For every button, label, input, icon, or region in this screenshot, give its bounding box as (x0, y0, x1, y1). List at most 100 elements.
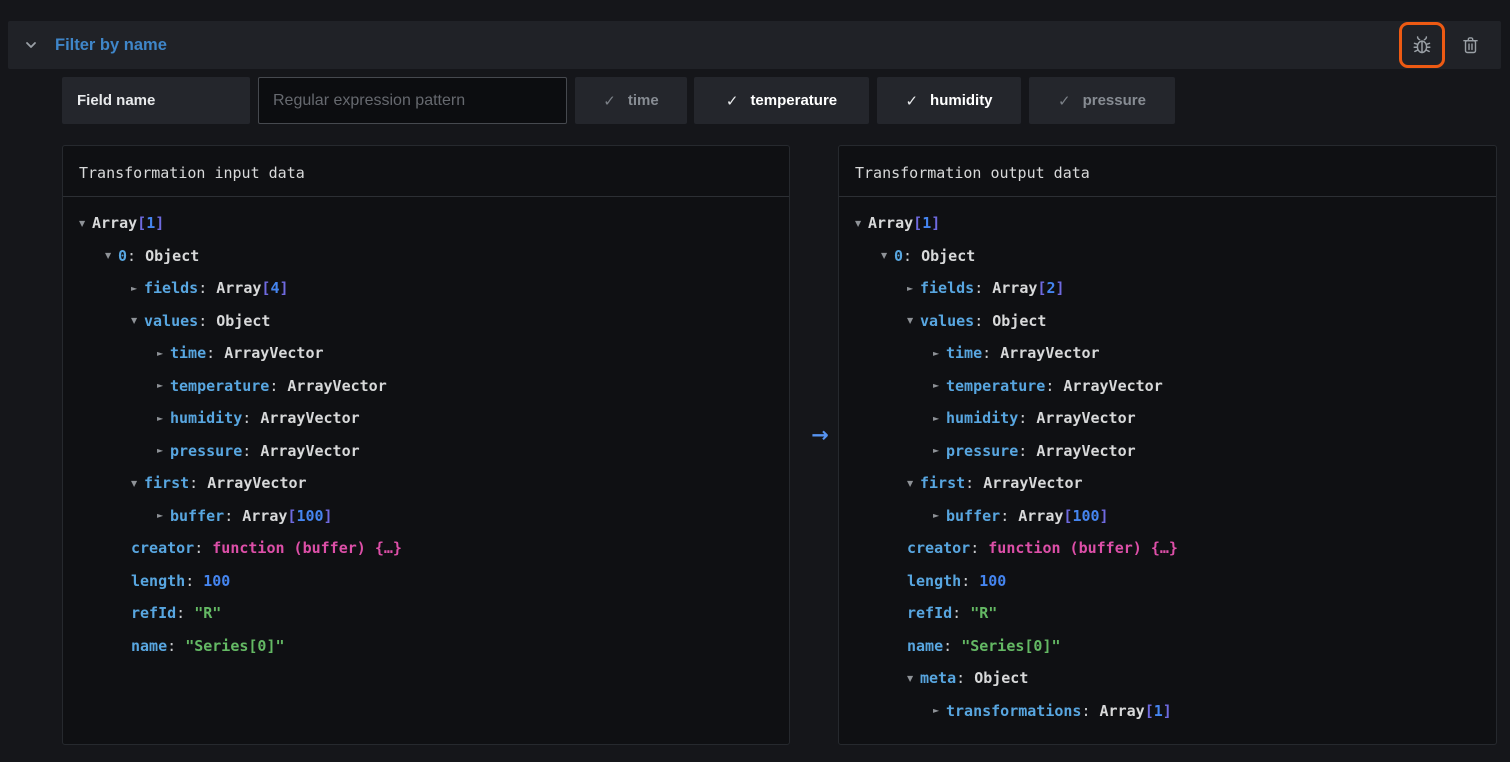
toggle-collapsed-icon[interactable]: ► (907, 284, 920, 293)
toggle-expanded-icon[interactable]: ▼ (131, 316, 144, 325)
toggle-collapsed-icon[interactable]: ► (157, 414, 170, 423)
json-key: refId (131, 604, 176, 622)
toggle-collapsed-icon[interactable]: ► (933, 414, 946, 423)
json-value-type: ArrayVector (1000, 344, 1099, 362)
panel-title: Transformation output data (839, 146, 1496, 197)
regex-pattern-input[interactable] (258, 77, 567, 124)
json-value-str: "R" (194, 604, 221, 622)
json-row: name: "Series[0]" (79, 630, 773, 663)
json-row: refId: "R" (79, 597, 773, 630)
json-row: ►humidity: ArrayVector (79, 402, 773, 435)
json-colon: : (970, 539, 988, 557)
json-row: ▼meta: Object (855, 662, 1480, 695)
field-chip-temperature[interactable]: ✓ temperature (694, 77, 869, 124)
json-colon: : (952, 604, 970, 622)
field-chip-time[interactable]: ✓ time (575, 77, 687, 124)
debug-highlight-box (1399, 22, 1445, 68)
json-row: ▼values: Object (855, 305, 1480, 338)
json-value-type: Array (992, 279, 1037, 297)
json-value-bracket: ] (1163, 702, 1172, 720)
json-value-num: 100 (979, 572, 1006, 590)
toggle-collapsed-icon[interactable]: ► (933, 511, 946, 520)
json-value-bracket: ] (279, 279, 288, 297)
toggle-expanded-icon[interactable]: ▼ (855, 219, 868, 228)
json-key: length (131, 572, 185, 590)
toggle-expanded-icon[interactable]: ▼ (881, 251, 894, 260)
field-chip-label: temperature (750, 92, 837, 109)
toggle-collapsed-icon[interactable]: ► (157, 511, 170, 520)
toggle-expanded-icon[interactable]: ▼ (79, 219, 92, 228)
transformation-input-panel: Transformation input data ▼Array[1]▼0: O… (62, 145, 790, 745)
json-key: first (920, 474, 965, 492)
json-colon: : (1081, 702, 1099, 720)
json-value-num: 2 (1046, 279, 1055, 297)
json-row: length: 100 (855, 565, 1480, 598)
trash-icon (1460, 35, 1481, 56)
json-value-bracket: [ (137, 214, 146, 232)
json-colon: : (206, 344, 224, 362)
json-value-type: Object (145, 247, 199, 265)
json-row: ▼0: Object (855, 240, 1480, 273)
json-value-num: 4 (270, 279, 279, 297)
toggle-collapsed-icon[interactable]: ► (933, 706, 946, 715)
json-value-type: ArrayVector (1036, 409, 1135, 427)
delete-transformation-button[interactable] (1451, 26, 1489, 64)
toggle-expanded-icon[interactable]: ▼ (105, 251, 118, 260)
json-colon: : (982, 344, 1000, 362)
json-value-str: "Series[0]" (961, 637, 1060, 655)
json-colon: : (198, 312, 216, 330)
json-row: ▼Array[1] (855, 207, 1480, 240)
json-value-bracket: ] (1055, 279, 1064, 297)
arrow-right-icon: → (802, 423, 838, 447)
json-key: time (170, 344, 206, 362)
json-key: creator (131, 539, 194, 557)
json-colon: : (167, 637, 185, 655)
json-key: refId (907, 604, 952, 622)
json-colon: : (1018, 442, 1036, 460)
json-key: temperature (170, 377, 269, 395)
toggle-expanded-icon[interactable]: ▼ (907, 316, 920, 325)
json-row: ►pressure: ArrayVector (79, 435, 773, 468)
check-icon: ✓ (603, 92, 616, 110)
json-value-bracket: [ (261, 279, 270, 297)
json-value-type: ArrayVector (260, 442, 359, 460)
json-colon: : (224, 507, 242, 525)
json-value-bracket: [ (1063, 507, 1072, 525)
field-chip-pressure[interactable]: ✓ pressure (1029, 77, 1175, 124)
toggle-collapsed-icon[interactable]: ► (933, 349, 946, 358)
toggle-collapsed-icon[interactable]: ► (933, 446, 946, 455)
json-value-func: function (buffer) {…} (988, 539, 1178, 557)
json-colon: : (242, 409, 260, 427)
toggle-collapsed-icon[interactable]: ► (157, 349, 170, 358)
toggle-collapsed-icon[interactable]: ► (157, 381, 170, 390)
collapse-chevron-icon[interactable] (24, 38, 38, 52)
json-colon: : (269, 377, 287, 395)
json-key: humidity (170, 409, 242, 427)
json-key: 0 (894, 247, 903, 265)
json-tree: ▼Array[1]▼0: Object►fields: Array[2]▼val… (839, 197, 1496, 727)
json-key: transformations (946, 702, 1081, 720)
field-chip-humidity[interactable]: ✓ humidity (877, 77, 1021, 124)
toggle-collapsed-icon[interactable]: ► (933, 381, 946, 390)
json-row: ►temperature: ArrayVector (855, 370, 1480, 403)
json-row: ▼0: Object (79, 240, 773, 273)
toggle-expanded-icon[interactable]: ▼ (907, 674, 920, 683)
json-row: ►fields: Array[2] (855, 272, 1480, 305)
json-key: meta (920, 669, 956, 687)
debug-button[interactable] (1403, 26, 1441, 64)
json-key: buffer (170, 507, 224, 525)
json-value-bracket: [ (287, 507, 296, 525)
json-key: humidity (946, 409, 1018, 427)
json-key: length (907, 572, 961, 590)
toggle-expanded-icon[interactable]: ▼ (131, 479, 144, 488)
json-colon: : (974, 279, 992, 297)
toggle-expanded-icon[interactable]: ▼ (907, 479, 920, 488)
check-icon: ✓ (726, 92, 739, 110)
json-row: ▼first: ArrayVector (79, 467, 773, 500)
json-key: creator (907, 539, 970, 557)
toggle-collapsed-icon[interactable]: ► (157, 446, 170, 455)
toggle-collapsed-icon[interactable]: ► (131, 284, 144, 293)
json-row: ►fields: Array[4] (79, 272, 773, 305)
json-value-bracket: ] (155, 214, 164, 232)
json-value-type: Object (216, 312, 270, 330)
